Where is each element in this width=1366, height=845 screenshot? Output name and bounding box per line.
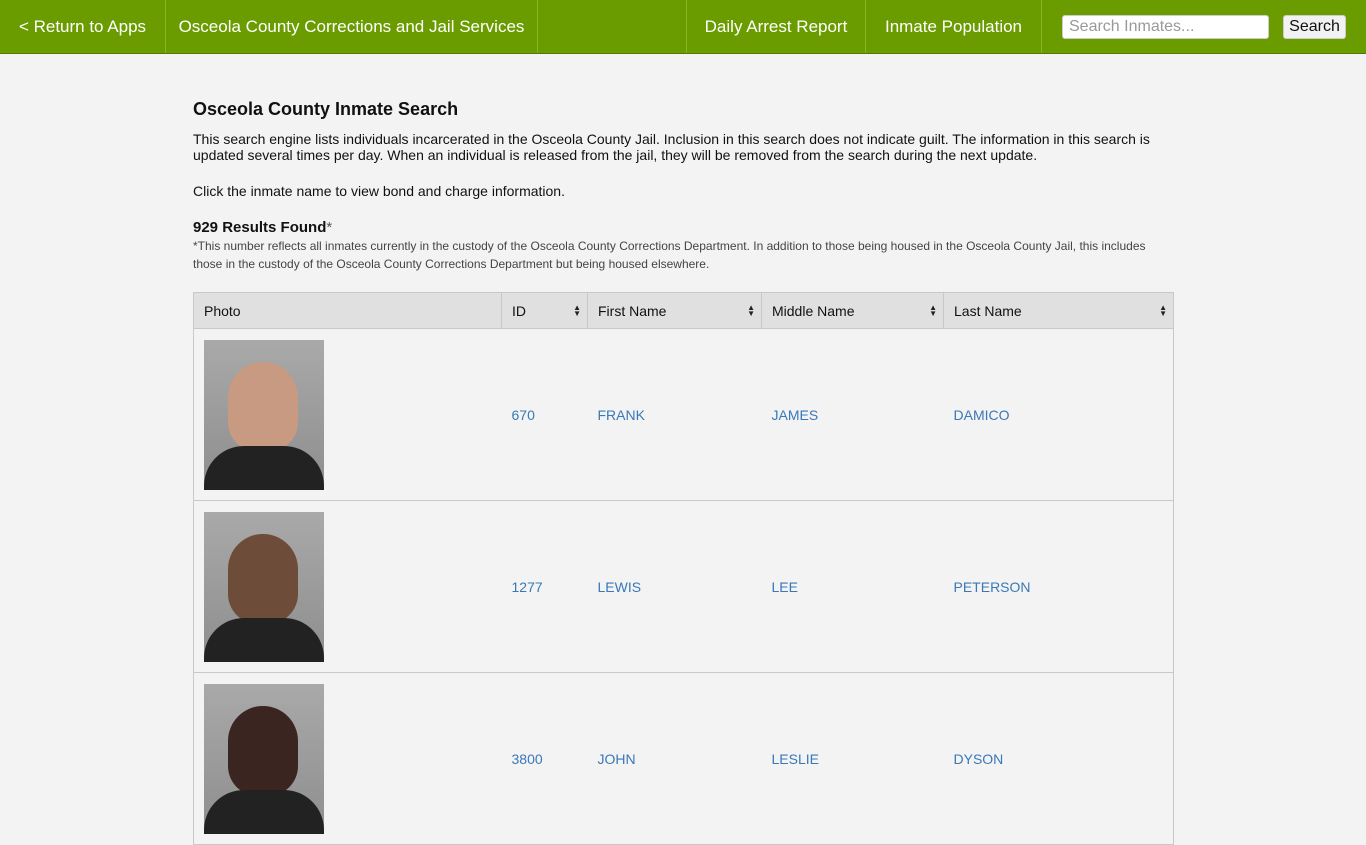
site-title-link[interactable]: Osceola County Corrections and Jail Serv…	[166, 0, 538, 53]
inmate-photo[interactable]	[204, 683, 324, 834]
page-title: Osceola County Inmate Search	[193, 99, 459, 119]
table-row: 1277 LEWIS LEE PETERSON	[193, 500, 1174, 673]
photo-cell	[193, 500, 502, 673]
column-header-photo: Photo	[193, 292, 502, 329]
inmate-last-name-link[interactable]: PETERSON	[954, 579, 1031, 595]
column-header-last-name[interactable]: Last Name ▲ ▼	[943, 292, 1174, 329]
inmate-photo[interactable]	[204, 339, 324, 490]
daily-arrest-report-link[interactable]: Daily Arrest Report	[686, 0, 866, 53]
header-label: First Name	[598, 302, 667, 319]
inmate-middle-name-link[interactable]: LEE	[772, 579, 798, 595]
table-row: 670 FRANK JAMES DAMICO	[193, 328, 1174, 501]
inmate-id-link[interactable]: 3800	[512, 751, 543, 767]
intro-text: This search engine lists individuals inc…	[193, 131, 1150, 163]
results-count-text: 929 Results Found	[193, 219, 327, 236]
header-label: Photo	[204, 302, 241, 319]
table-header-row: Photo ID ▲ ▼ First Name ▲ ▼ Middle Name ▲ ▼ La…	[193, 292, 1174, 329]
results-footnote: *This number reflects all inmates curren…	[193, 239, 1146, 271]
inmate-photo[interactable]	[204, 511, 324, 662]
photo-cell	[193, 328, 502, 501]
header-label: Middle Name	[772, 302, 855, 319]
search-inmates-input[interactable]	[1062, 15, 1269, 39]
top-navigation-bar: < Return to Apps Osceola County Correcti…	[0, 0, 1366, 54]
sort-icon[interactable]: ▲ ▼	[929, 303, 937, 317]
inmate-last-name-link[interactable]: DYSON	[954, 751, 1004, 767]
inmate-first-name-link[interactable]: FRANK	[598, 407, 645, 423]
inmate-middle-name-link[interactable]: LESLIE	[772, 751, 819, 767]
sort-icon[interactable]: ▲ ▼	[573, 303, 581, 317]
inmate-id-link[interactable]: 1277	[512, 579, 543, 595]
inmate-first-name-link[interactable]: JOHN	[598, 751, 636, 767]
inmate-first-name-link[interactable]: LEWIS	[598, 579, 642, 595]
column-header-id[interactable]: ID ▲ ▼	[501, 292, 588, 329]
inmate-id-link[interactable]: 670	[512, 407, 535, 423]
inmate-population-link[interactable]: Inmate Population	[866, 0, 1042, 53]
column-header-first-name[interactable]: First Name ▲ ▼	[587, 292, 762, 329]
search-button[interactable]: Search	[1283, 15, 1346, 39]
column-header-middle-name[interactable]: Middle Name ▲ ▼	[761, 292, 944, 329]
header-label: Last Name	[954, 302, 1022, 319]
inmate-table: Photo ID ▲ ▼ First Name ▲ ▼ Middle Name ▲ ▼ La…	[193, 292, 1174, 845]
header-label: ID	[512, 302, 526, 319]
table-row: 3800 JOHN LESLIE DYSON	[193, 672, 1174, 845]
sort-icon[interactable]: ▲ ▼	[747, 303, 755, 317]
inmate-middle-name-link[interactable]: JAMES	[772, 407, 819, 423]
return-to-apps-link[interactable]: < Return to Apps	[0, 0, 166, 53]
results-count: 929 Results Found*	[193, 219, 332, 236]
click-instruction: Click the inmate name to view bond and c…	[193, 183, 565, 199]
sort-icon[interactable]: ▲ ▼	[1159, 303, 1167, 317]
inmate-last-name-link[interactable]: DAMICO	[954, 407, 1010, 423]
photo-cell	[193, 672, 502, 845]
results-asterisk: *	[326, 219, 333, 236]
